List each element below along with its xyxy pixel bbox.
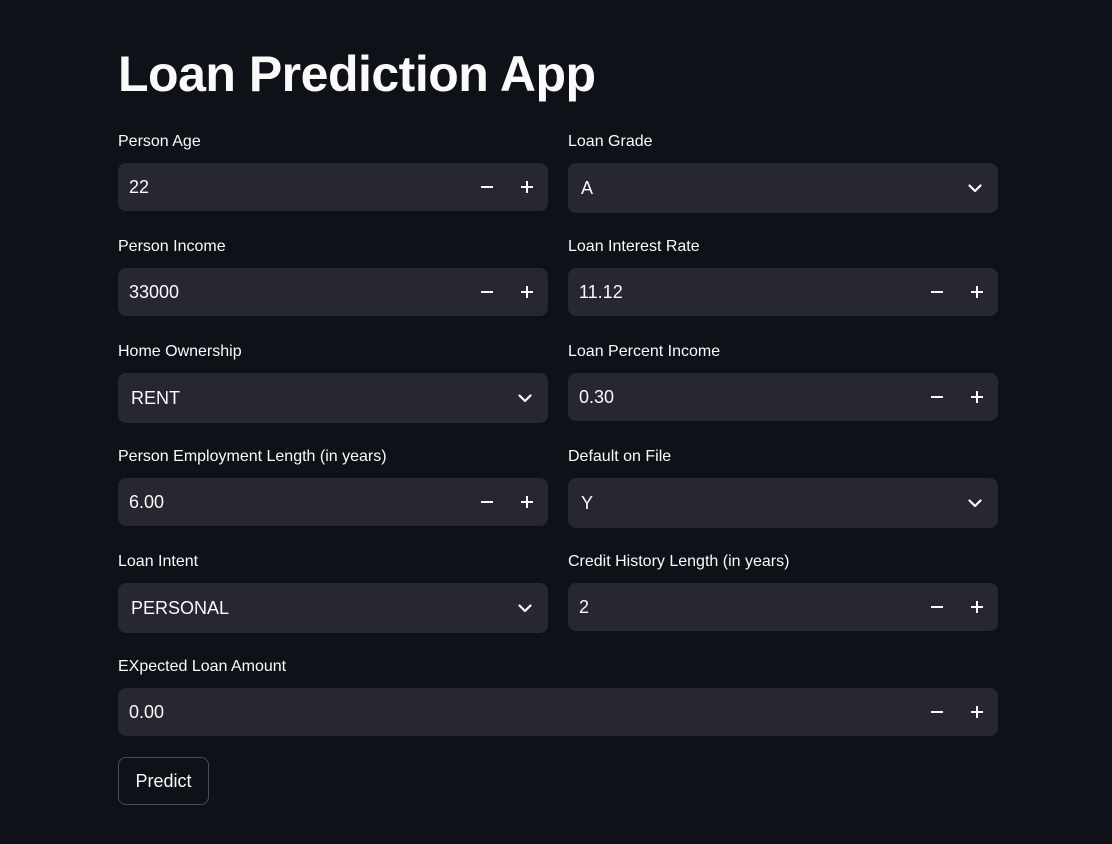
person-emp-length-label: Person Employment Length (in years) bbox=[118, 448, 387, 465]
loan-percent-income-label: Loan Percent Income bbox=[568, 343, 721, 360]
loan-intent-select[interactable]: PERSONAL bbox=[118, 583, 548, 633]
person-income-increment-button[interactable] bbox=[507, 269, 547, 315]
minus-icon bbox=[481, 291, 493, 293]
person-income-value[interactable]: 33000 bbox=[129, 282, 467, 303]
home-ownership-field: Home Ownership RENT bbox=[118, 342, 548, 423]
home-ownership-label: Home Ownership bbox=[118, 343, 242, 360]
credit-history-length-label: Credit History Length (in years) bbox=[568, 553, 790, 570]
loan-percent-income-increment-button[interactable] bbox=[957, 374, 997, 420]
person-age-decrement-button[interactable] bbox=[467, 164, 507, 210]
minus-icon bbox=[931, 711, 943, 713]
default-on-file-value: Y bbox=[581, 492, 594, 513]
plus-icon bbox=[521, 496, 533, 508]
credit-history-length-increment-button[interactable] bbox=[957, 584, 997, 630]
person-income-label: Person Income bbox=[118, 238, 226, 255]
predict-button[interactable]: Predict bbox=[118, 757, 209, 805]
person-age-input[interactable]: 22 bbox=[118, 163, 548, 211]
chevron-down-icon bbox=[968, 498, 982, 507]
loan-intent-value: PERSONAL bbox=[131, 597, 230, 618]
chevron-down-icon bbox=[968, 183, 982, 192]
person-income-field: Person Income 33000 bbox=[118, 237, 548, 316]
credit-history-length-field: Credit History Length (in years) 2 bbox=[568, 552, 998, 631]
expected-loan-amount-field: EXpected Loan Amount 0.00 bbox=[118, 657, 998, 736]
expected-loan-amount-value[interactable]: 0.00 bbox=[129, 702, 917, 723]
default-on-file-select[interactable]: Y bbox=[568, 478, 998, 528]
loan-grade-select[interactable]: A bbox=[568, 163, 998, 213]
person-income-decrement-button[interactable] bbox=[467, 269, 507, 315]
loan-interest-rate-field: Loan Interest Rate 11.12 bbox=[568, 237, 998, 316]
loan-percent-income-value[interactable]: 0.30 bbox=[579, 387, 917, 408]
person-emp-length-decrement-button[interactable] bbox=[467, 479, 507, 525]
minus-icon bbox=[481, 501, 493, 503]
loan-grade-value: A bbox=[581, 177, 594, 198]
chevron-down-icon bbox=[518, 393, 532, 402]
person-age-label: Person Age bbox=[118, 133, 201, 150]
person-emp-length-increment-button[interactable] bbox=[507, 479, 547, 525]
person-age-increment-button[interactable] bbox=[507, 164, 547, 210]
person-age-value[interactable]: 22 bbox=[129, 177, 467, 198]
plus-icon bbox=[971, 286, 983, 298]
credit-history-length-decrement-button[interactable] bbox=[917, 584, 957, 630]
chevron-down-icon bbox=[518, 603, 532, 612]
home-ownership-value: RENT bbox=[131, 387, 180, 408]
loan-intent-label: Loan Intent bbox=[118, 553, 199, 570]
loan-grade-field: Loan Grade A bbox=[568, 132, 998, 213]
plus-icon bbox=[521, 181, 533, 193]
person-emp-length-value[interactable]: 6.00 bbox=[129, 492, 467, 513]
expected-loan-amount-increment-button[interactable] bbox=[957, 689, 997, 735]
home-ownership-select[interactable]: RENT bbox=[118, 373, 548, 423]
loan-grade-label: Loan Grade bbox=[568, 133, 653, 150]
plus-icon bbox=[971, 601, 983, 613]
loan-interest-rate-decrement-button[interactable] bbox=[917, 269, 957, 315]
loan-interest-rate-input[interactable]: 11.12 bbox=[568, 268, 998, 316]
person-emp-length-input[interactable]: 6.00 bbox=[118, 478, 548, 526]
person-emp-length-field: Person Employment Length (in years) 6.00 bbox=[118, 447, 548, 526]
minus-icon bbox=[931, 606, 943, 608]
loan-percent-income-input[interactable]: 0.30 bbox=[568, 373, 998, 421]
minus-icon bbox=[931, 291, 943, 293]
loan-percent-income-field: Loan Percent Income 0.30 bbox=[568, 342, 998, 421]
plus-icon bbox=[521, 286, 533, 298]
plus-icon bbox=[971, 706, 983, 718]
page-title: Loan Prediction App bbox=[118, 46, 596, 102]
expected-loan-amount-decrement-button[interactable] bbox=[917, 689, 957, 735]
default-on-file-label: Default on File bbox=[568, 448, 672, 465]
expected-loan-amount-input[interactable]: 0.00 bbox=[118, 688, 998, 736]
loan-intent-field: Loan Intent PERSONAL bbox=[118, 552, 548, 633]
loan-interest-rate-value[interactable]: 11.12 bbox=[579, 282, 917, 303]
loan-percent-income-decrement-button[interactable] bbox=[917, 374, 957, 420]
credit-history-length-value[interactable]: 2 bbox=[579, 597, 917, 618]
plus-icon bbox=[971, 391, 983, 403]
app-page: Loan Prediction App Person Age 22 Loan G… bbox=[0, 0, 1112, 844]
minus-icon bbox=[481, 186, 493, 188]
loan-interest-rate-label: Loan Interest Rate bbox=[568, 238, 700, 255]
expected-loan-amount-label: EXpected Loan Amount bbox=[118, 658, 287, 675]
person-age-field: Person Age 22 bbox=[118, 132, 548, 211]
default-on-file-field: Default on File Y bbox=[568, 447, 998, 528]
minus-icon bbox=[931, 396, 943, 398]
credit-history-length-input[interactable]: 2 bbox=[568, 583, 998, 631]
loan-interest-rate-increment-button[interactable] bbox=[957, 269, 997, 315]
person-income-input[interactable]: 33000 bbox=[118, 268, 548, 316]
